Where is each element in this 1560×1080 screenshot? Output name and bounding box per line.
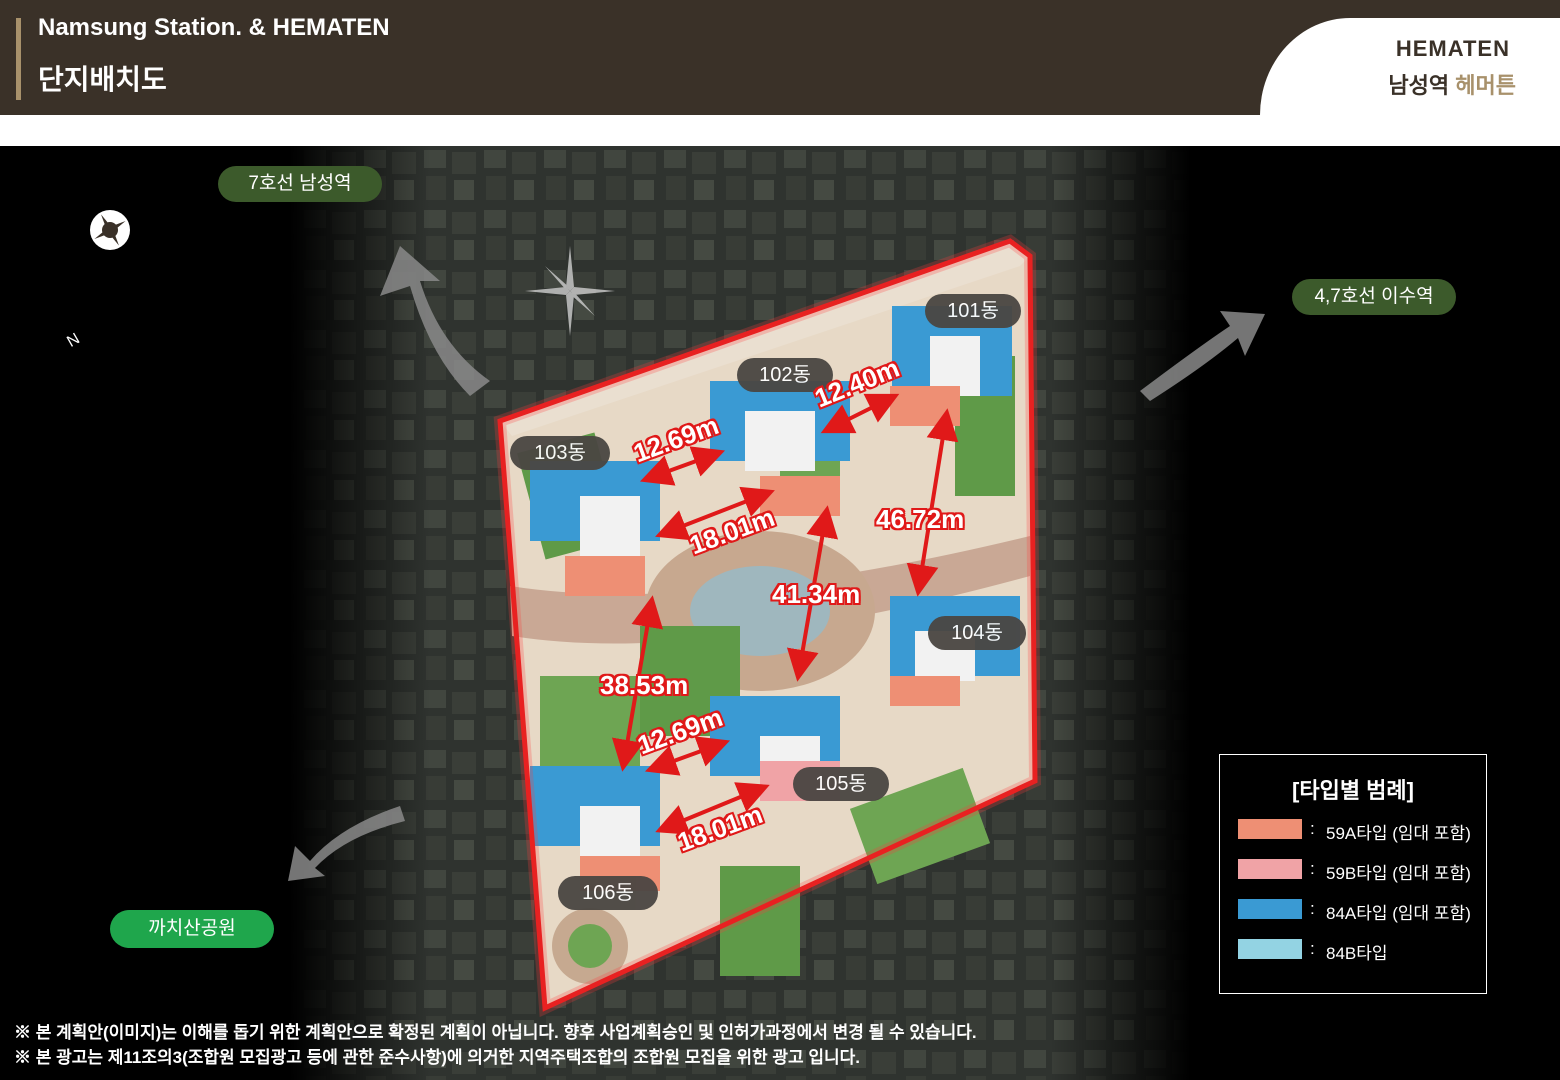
- type-legend: [타입별 범례] : 59A타입 (임대 포함) : 59B타입 (임대 포함)…: [1219, 754, 1487, 994]
- building-label-103: 103동: [510, 436, 610, 470]
- destination-line47-station: 4,7호선 이수역: [1292, 279, 1456, 315]
- header: Namsung Station. & HEMATEN 단지배치도 HEMATEN…: [0, 0, 1560, 115]
- building-label-106: 106동: [558, 876, 658, 910]
- compass-icon: [90, 210, 130, 250]
- building-label-101: 101동: [925, 294, 1021, 328]
- legend-colon: :: [1310, 819, 1315, 838]
- destination-park: 까치산공원: [110, 910, 274, 948]
- site-plan-map: N 7호선 남성역 4,7호선 이수역 까치산공원 101동 102동 103동…: [0, 146, 1560, 1080]
- legend-swatch: [1238, 899, 1302, 919]
- header-title-en: Namsung Station. & HEMATEN: [38, 14, 390, 41]
- building-label-105: 105동: [793, 767, 889, 801]
- legend-item: : 59B타입 (임대 포함): [1238, 859, 1478, 883]
- legend-label: 59B타입 (임대 포함): [1326, 864, 1471, 883]
- legend-item: : 84A타입 (임대 포함): [1238, 899, 1478, 923]
- legend-colon: :: [1310, 899, 1315, 918]
- legend-label: 84B타입: [1326, 944, 1388, 963]
- legend-colon: :: [1310, 859, 1315, 878]
- legend-swatch: [1238, 939, 1302, 959]
- legend-item: : 84B타입: [1238, 939, 1478, 963]
- header-divider-band: [0, 115, 1560, 146]
- legend-colon: :: [1310, 939, 1315, 958]
- disclaimer-notes: ※ 본 계획안(이미지)는 이해를 돕기 위한 계획안으로 확정된 계획이 아닙…: [14, 1020, 977, 1070]
- logo-ko-gold: 헤머튼: [1455, 73, 1516, 98]
- distance-label: 38.53m: [600, 670, 689, 700]
- logo-text-en: HEMATEN: [1395, 36, 1510, 61]
- distance-label: 41.34m: [772, 579, 861, 609]
- logo-ko-dark: 남성역: [1388, 73, 1450, 98]
- disclaimer-line: ※ 본 계획안(이미지)는 이해를 돕기 위한 계획안으로 확정된 계획이 아닙…: [14, 1023, 977, 1042]
- header-accent-bar: [16, 18, 21, 100]
- legend-swatch: [1238, 819, 1302, 839]
- header-title-ko: 단지배치도: [38, 64, 167, 95]
- legend-swatch: [1238, 859, 1302, 879]
- distance-label: 46.72m: [876, 504, 965, 534]
- building-label-104: 104동: [928, 616, 1026, 650]
- disclaimer-line: ※ 본 광고는 제11조의3(조합원 모집광고 등에 관한 준수사항)에 의거한…: [14, 1048, 861, 1067]
- logo-panel: [1260, 18, 1560, 115]
- legend-label: 59A타입 (임대 포함): [1326, 824, 1471, 843]
- legend-label: 84A타입 (임대 포함): [1326, 904, 1471, 923]
- destination-line7-station: 7호선 남성역: [218, 166, 382, 202]
- legend-title: [타입별 범례]: [1292, 778, 1414, 803]
- legend-item: : 59A타입 (임대 포함): [1238, 819, 1478, 843]
- logo-text-ko: 남성역 헤머튼: [1388, 68, 1516, 100]
